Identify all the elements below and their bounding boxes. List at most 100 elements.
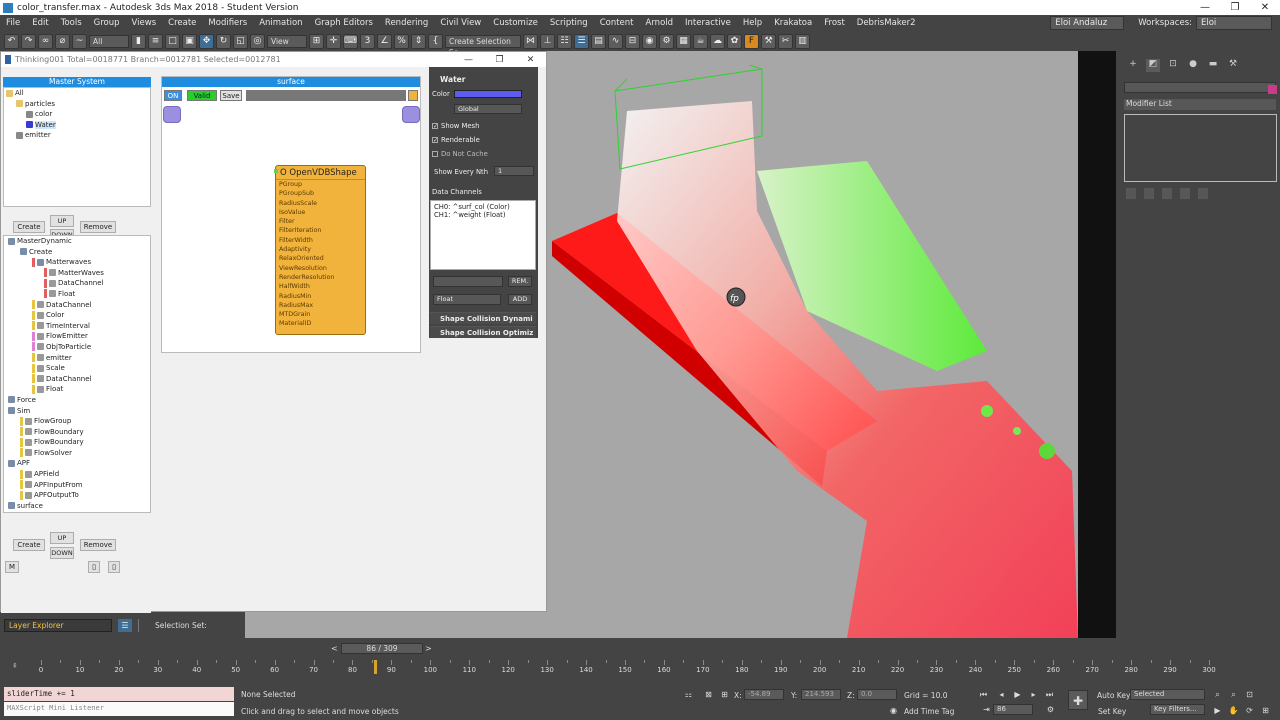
color-swatch[interactable] bbox=[454, 90, 522, 98]
edit-named-sel-icon[interactable]: { bbox=[428, 33, 443, 49]
master-tree-item[interactable]: emitter bbox=[4, 130, 150, 141]
modifier-list-dropdown[interactable]: Modifier List bbox=[1124, 99, 1276, 110]
graph-options-icon[interactable] bbox=[408, 90, 418, 101]
menu-frost[interactable]: Frost bbox=[818, 18, 851, 28]
master-tree-item[interactable]: Water bbox=[4, 120, 150, 131]
menu-edit[interactable]: Edit bbox=[26, 18, 54, 28]
material-editor-icon[interactable]: ◉ bbox=[642, 33, 657, 49]
window-crossing-icon[interactable]: ▣ bbox=[182, 33, 197, 49]
layer-explorer-dropdown[interactable]: Layer Explorer bbox=[4, 619, 112, 632]
toggle-layer-explorer-icon[interactable]: ☰ bbox=[574, 33, 589, 49]
current-frame-field[interactable]: 86 bbox=[993, 704, 1033, 715]
ref-coord-dropdown[interactable]: View bbox=[267, 34, 307, 48]
toggle-ribbon-icon[interactable]: ▤ bbox=[591, 33, 606, 49]
object-color-swatch[interactable] bbox=[1268, 85, 1277, 94]
selection-lock-icon[interactable]: ⊠ bbox=[703, 689, 714, 700]
pan-icon[interactable]: ✋ bbox=[1228, 705, 1239, 716]
maximize-button[interactable]: ❐ bbox=[1220, 2, 1250, 13]
node-input-port[interactable]: FilterIteration bbox=[276, 226, 365, 235]
zoom-extents-icon[interactable]: ⊡ bbox=[1244, 689, 1255, 700]
toggle-scene-explorer-icon[interactable]: ☷ bbox=[557, 33, 572, 49]
node-input-port[interactable]: RadiusMin bbox=[276, 292, 365, 301]
prev-frame-icon[interactable]: < bbox=[331, 644, 338, 653]
rendered-frame-window-icon[interactable]: ▦ bbox=[676, 33, 691, 49]
dynamic-tree-item[interactable]: FlowBoundary bbox=[4, 437, 150, 448]
next-key-icon[interactable]: ▸ bbox=[1028, 689, 1039, 700]
node-input-port[interactable]: MaterialID bbox=[276, 319, 365, 328]
remove-op-button[interactable]: Remove bbox=[80, 539, 116, 551]
keyboard-shortcut-icon[interactable]: ⌨ bbox=[343, 33, 358, 49]
dynamic-tree-item[interactable]: FlowSolver bbox=[4, 448, 150, 459]
node-input-port[interactable]: FilterWidth bbox=[276, 236, 365, 245]
menu-views[interactable]: Views bbox=[126, 18, 163, 28]
make-unique-icon[interactable] bbox=[1162, 188, 1172, 199]
menu-scripting[interactable]: Scripting bbox=[544, 18, 594, 28]
object-name-field[interactable] bbox=[1124, 82, 1276, 93]
water-section-header[interactable]: Water bbox=[430, 74, 536, 85]
node-input-port[interactable]: Filter bbox=[276, 217, 365, 226]
rotate-icon[interactable]: ↻ bbox=[216, 33, 231, 49]
fov-icon[interactable]: ▶ bbox=[1212, 705, 1223, 716]
scale-icon[interactable]: ◱ bbox=[233, 33, 248, 49]
master-tree-item[interactable]: particles bbox=[4, 99, 150, 110]
node-input-port[interactable]: HalfWidth bbox=[276, 282, 365, 291]
curve-editor-icon[interactable]: ∿ bbox=[608, 33, 623, 49]
node-input-port[interactable]: PGroupSub bbox=[276, 189, 365, 198]
channel-item[interactable]: CH0: ^surf_col (Color) bbox=[434, 203, 532, 211]
named-selection-dropdown[interactable]: Create Selection Se bbox=[445, 34, 521, 57]
render-setup-icon[interactable]: ⚙ bbox=[659, 33, 674, 49]
motion-tab-icon[interactable]: ● bbox=[1186, 59, 1200, 72]
dynamic-tree-item[interactable]: Color bbox=[4, 310, 150, 321]
set-key-button[interactable]: Set Key bbox=[1098, 707, 1126, 716]
on-toggle[interactable]: ON bbox=[164, 90, 182, 101]
node-input-port[interactable]: RelaxOriented bbox=[276, 254, 365, 263]
create-tab-icon[interactable]: + bbox=[1126, 59, 1140, 72]
undo-icon[interactable]: ↶ bbox=[4, 33, 19, 49]
selection-filter-dropdown[interactable]: All bbox=[89, 34, 129, 48]
dynamic-tree-item[interactable]: Force bbox=[4, 395, 150, 406]
master-tree-item[interactable]: color bbox=[4, 109, 150, 120]
modify-tab-icon[interactable]: ◩ bbox=[1146, 59, 1160, 72]
master-dynamic-tree[interactable]: MasterDynamic Create Matterwaves MatterWave… bbox=[3, 235, 151, 513]
schematic-view-icon[interactable]: ⊟ bbox=[625, 33, 640, 49]
pivot-center-icon[interactable]: ⊞ bbox=[309, 33, 324, 49]
menu-civil-view[interactable]: Civil View bbox=[434, 18, 487, 28]
previous-frame-icon[interactable]: ◂ bbox=[996, 689, 1007, 700]
dynamic-tree-item[interactable]: APFInputFrom bbox=[4, 480, 150, 491]
op-up-button[interactable]: UP bbox=[50, 532, 74, 544]
key-mode-icon[interactable]: ⇥ bbox=[981, 704, 992, 715]
time-slider-thumb[interactable]: 86 / 309 bbox=[341, 643, 423, 654]
show-mesh-checkbox[interactable]: ✓ Show Mesh bbox=[432, 122, 479, 130]
modifier-stack[interactable] bbox=[1124, 114, 1277, 182]
menu-content[interactable]: Content bbox=[594, 18, 640, 28]
y-coordinate-field[interactable]: 214.593 bbox=[801, 689, 841, 700]
rollout-shape-collision-optimize[interactable]: Shape Collision Optimiz bbox=[430, 326, 536, 338]
configure-sets-icon[interactable] bbox=[1198, 188, 1208, 199]
dynamic-tree-item[interactable]: MatterWaves bbox=[4, 268, 150, 279]
set-key-icon[interactable]: ✚ bbox=[1068, 690, 1088, 710]
close-button[interactable]: ✕ bbox=[1250, 2, 1280, 13]
link-icon[interactable]: ∞ bbox=[38, 33, 53, 49]
orbit-icon[interactable]: ⟳ bbox=[1244, 705, 1255, 716]
copy-icon[interactable]: ▯ bbox=[88, 561, 100, 573]
perspective-viewport[interactable]: fp bbox=[547, 51, 1078, 638]
render-iterative-icon[interactable]: ☁ bbox=[710, 33, 725, 49]
spinner-snap-icon[interactable]: ⇕ bbox=[411, 33, 426, 49]
track-bar-menu-icon[interactable]: ⇞ bbox=[12, 662, 18, 670]
time-config-icon[interactable]: ⚙ bbox=[1045, 704, 1056, 715]
node-input-port[interactable]: RenderResolution bbox=[276, 273, 365, 282]
key-mode-dropdown[interactable]: Selected bbox=[1130, 689, 1205, 700]
space-dropdown[interactable]: Global bbox=[454, 104, 522, 114]
calculator-icon[interactable]: ▥ bbox=[795, 33, 810, 49]
rollout-shape-collision-dynamics[interactable]: Shape Collision Dynami bbox=[430, 312, 536, 324]
dynamic-tree-item[interactable]: TimeInterval bbox=[4, 321, 150, 332]
menu-tools[interactable]: Tools bbox=[55, 18, 88, 28]
dynamic-tree-item[interactable]: Scale bbox=[4, 363, 150, 374]
isolate-selection-icon[interactable]: ⚏ bbox=[683, 689, 694, 700]
go-to-end-icon[interactable]: ⏭ bbox=[1044, 689, 1055, 700]
dynamic-tree-item[interactable]: Sim bbox=[4, 406, 150, 417]
zoom-all-icon[interactable]: ⌕ bbox=[1228, 689, 1239, 700]
openvdb-shape-node[interactable]: O OpenVDBShape PGroup PGroupSub RadiusScal… bbox=[274, 165, 366, 335]
menu-graph-editors[interactable]: Graph Editors bbox=[309, 18, 379, 28]
maxscript-listener-input[interactable]: MAXScript Mini Listener bbox=[4, 702, 234, 716]
